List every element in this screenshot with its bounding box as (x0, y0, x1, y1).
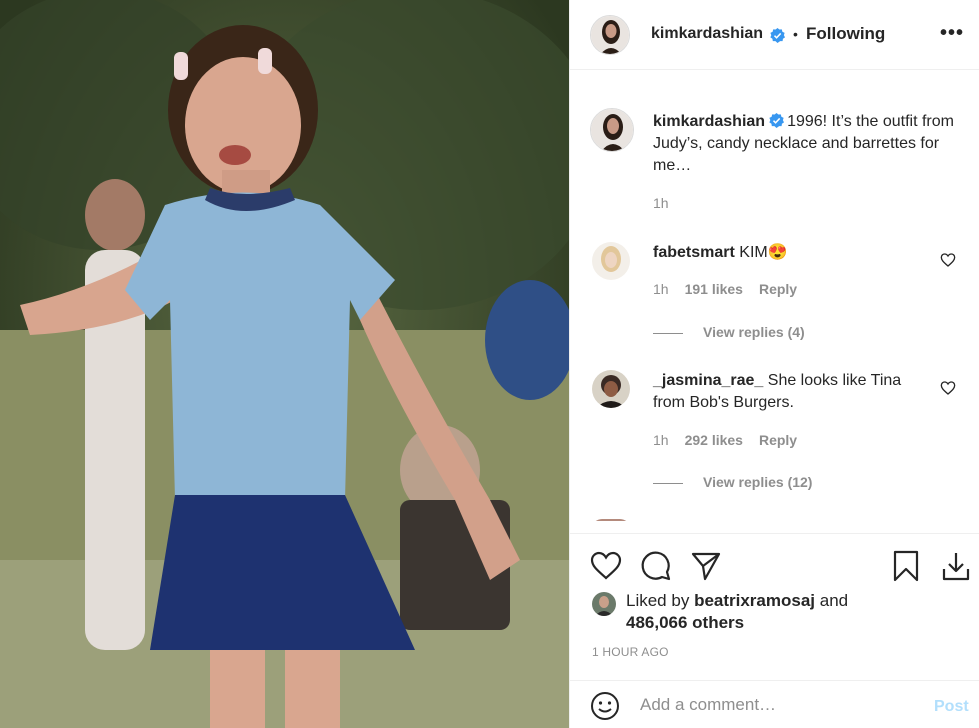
replies-divider (653, 482, 683, 484)
reply-button[interactable]: Reply (759, 432, 797, 448)
view-replies[interactable]: View replies (4) (653, 324, 805, 340)
author-username[interactable]: kimkardashian (651, 25, 763, 43)
comment-avatar[interactable] (592, 370, 630, 408)
verified-badge-icon (770, 28, 785, 43)
comment-username[interactable]: _jasmina_rae_ (653, 372, 763, 389)
heart-icon[interactable] (590, 550, 622, 582)
separator-dot: • (793, 26, 798, 42)
post-header: kimkardashian • Following ••• (570, 0, 979, 70)
add-comment-input[interactable] (640, 695, 920, 715)
bookmark-icon[interactable] (890, 550, 922, 582)
post-timestamp[interactable]: 1 HOUR AGO (592, 645, 669, 659)
reply-button[interactable]: Reply (759, 281, 797, 297)
liked-by-prefix: Liked by (626, 591, 690, 610)
comment-text: KIM (739, 244, 768, 261)
liked-by-and: and (819, 591, 849, 610)
comment-meta: 1h 191 likes Reply (653, 281, 813, 297)
post-side-panel: kimkardashian • Following ••• kimkardash… (569, 0, 979, 728)
comment-likes[interactable]: 292 likes (685, 432, 743, 448)
heart-icon[interactable] (940, 380, 956, 396)
post-photo (0, 0, 569, 728)
caption-time: 1h (653, 195, 669, 211)
share-icon[interactable] (690, 550, 722, 582)
post-comment-button[interactable]: Post (934, 698, 969, 716)
download-icon[interactable] (940, 550, 972, 582)
view-replies[interactable]: View replies (12) (653, 474, 812, 490)
following-button[interactable]: Following (806, 24, 885, 44)
comment-avatar[interactable] (592, 242, 630, 280)
liked-by-text: Liked by beatrixramosaj and 486,066 othe… (626, 590, 848, 634)
replies-divider (653, 332, 683, 334)
comment-text-row: fabetsmart KIM😍 (653, 242, 923, 264)
comment-text-row: _jasmina_rae_ She looks like Tina from B… (653, 370, 923, 414)
comment-icon[interactable] (640, 550, 672, 582)
author-avatar[interactable] (590, 15, 630, 55)
view-replies-label[interactable]: View replies (12) (703, 474, 812, 490)
likes-count[interactable]: 486,066 others (626, 613, 744, 632)
caption-username[interactable]: kimkardashian (653, 113, 765, 130)
smiley-icon[interactable] (590, 691, 620, 721)
add-comment-row: Post (570, 680, 979, 728)
comment-time: 1h (653, 281, 669, 297)
more-options-icon[interactable]: ••• (940, 22, 964, 45)
photo-illustration (0, 0, 569, 728)
comment-meta: 1h 292 likes Reply (653, 432, 813, 448)
view-replies-label[interactable]: View replies (4) (703, 324, 805, 340)
liked-by-avatar[interactable] (592, 592, 616, 616)
caption-avatar[interactable] (590, 108, 634, 152)
heart-icon[interactable] (940, 252, 956, 268)
comment-username[interactable]: fabetsmart (653, 244, 735, 261)
comment-time: 1h (653, 432, 669, 448)
post-caption: kimkardashian 1996! It’s the outfit from… (653, 111, 963, 177)
heart-eyes-emoji: 😍 (767, 244, 788, 261)
liked-by-user[interactable]: beatrixramosaj (694, 591, 815, 610)
verified-badge-icon (769, 113, 785, 128)
comment-likes[interactable]: 191 likes (685, 281, 743, 297)
comments-scroll-edge (570, 521, 979, 533)
